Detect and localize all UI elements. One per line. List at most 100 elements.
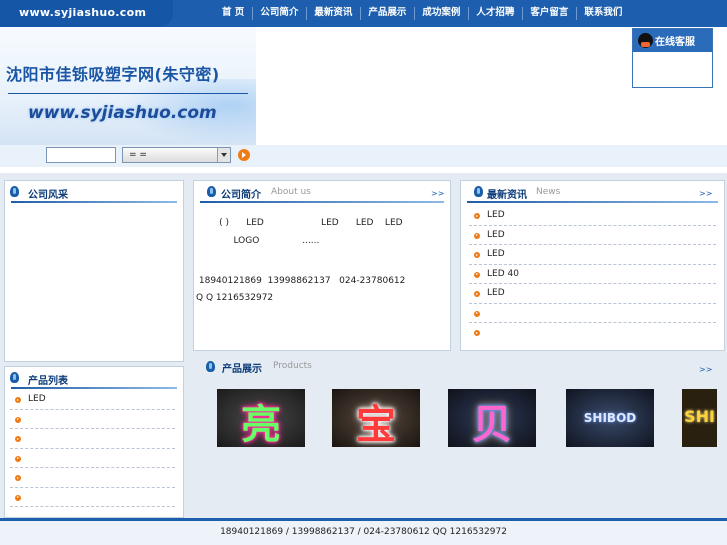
arrow-bullet-icon xyxy=(474,271,480,278)
news-item[interactable] xyxy=(469,304,716,323)
leaf-icon xyxy=(10,186,19,197)
news-item[interactable] xyxy=(469,323,716,343)
arrow-bullet-icon xyxy=(15,455,21,462)
news-panel: 最新资讯 News >> LED LED LED LED 40 LED xyxy=(460,180,725,351)
list-item[interactable] xyxy=(10,468,175,488)
news-header: 最新资讯 News >> xyxy=(461,181,724,203)
product-image-glyph: SHI xyxy=(684,407,715,426)
product-list-panel: 产品列表 LED xyxy=(4,366,184,518)
arrow-bullet-icon xyxy=(15,416,21,423)
news-item-label: LED xyxy=(487,249,505,259)
product-image[interactable]: 宝 xyxy=(332,389,420,447)
news-item[interactable]: LED xyxy=(469,245,716,265)
arrow-bullet-icon xyxy=(15,436,21,442)
title-divider xyxy=(8,93,248,94)
site-title: 沈阳市佳铄吸塑字网(朱守密) xyxy=(6,65,220,84)
page: www.syjiashuo.com 首 页 公司简介 最新资讯 产品展示 成功案… xyxy=(0,0,727,545)
news-item-label: LED 40 xyxy=(487,268,519,279)
about-qq-line: Q Q 1216532972 xyxy=(196,293,274,303)
nav-item-jobs[interactable]: 人才招聘 xyxy=(468,0,522,27)
nav-item-news[interactable]: 最新资讯 xyxy=(306,0,360,27)
about-header: 公司简介 About us >> xyxy=(194,181,450,203)
about-line: LOGO ...... xyxy=(202,236,320,246)
product-image[interactable]: SHIBOD xyxy=(566,389,654,447)
news-more-link[interactable]: >> xyxy=(699,189,712,198)
nav-item-guestbook[interactable]: 客户留言 xyxy=(522,0,576,27)
about-phone-line: 18940121869 13998862137 024-23780612 xyxy=(196,276,406,286)
site-url: www.syjiashuo.com xyxy=(28,103,217,123)
company-style-title: 公司风采 xyxy=(28,190,68,201)
arrow-bullet-icon xyxy=(15,494,21,501)
nav-item-contact[interactable]: 联系我们 xyxy=(576,0,630,27)
news-item[interactable]: LED 40 xyxy=(469,265,716,284)
product-image[interactable]: 贝 xyxy=(448,389,536,447)
search-category-value: = = xyxy=(129,150,147,160)
about-subtitle: About us xyxy=(271,187,311,197)
about-panel: 公司简介 About us >> ( ) LED LED LED LED LOG… xyxy=(193,180,451,351)
search-input[interactable] xyxy=(46,147,116,163)
products-title: 产品展示 xyxy=(222,364,262,375)
arrow-bullet-icon xyxy=(474,330,480,336)
site-logo-text: www.syjiashuo.com xyxy=(19,6,147,19)
header-underline xyxy=(11,201,177,203)
arrow-bullet-icon xyxy=(474,252,480,258)
leaf-icon xyxy=(474,186,483,197)
product-list: LED xyxy=(10,390,175,507)
leaf-icon xyxy=(10,372,19,383)
footer-contact-text: 18940121869 / 13998862137 / 024-23780612… xyxy=(220,527,507,537)
banner: 沈阳市佳铄吸塑字网(朱守密) www.syjiashuo.com xyxy=(0,27,727,145)
about-title: 公司简介 xyxy=(221,190,261,201)
news-list: LED LED LED LED 40 LED xyxy=(469,206,716,343)
arrow-bullet-icon xyxy=(474,310,480,317)
qq-penguin-icon xyxy=(638,33,653,48)
product-image-glyph: SHIBOD xyxy=(583,411,637,425)
about-more-link[interactable]: >> xyxy=(431,189,444,198)
arrow-bullet-icon xyxy=(474,232,480,239)
product-list-title: 产品列表 xyxy=(28,376,68,387)
products-header: 产品展示 Products >> xyxy=(193,356,723,378)
news-item-label: LED xyxy=(487,210,505,220)
news-item-label: LED xyxy=(487,288,505,298)
news-item[interactable]: LED xyxy=(469,284,716,304)
product-image[interactable]: SHI xyxy=(682,389,717,447)
product-image-glyph: 亮 xyxy=(241,402,281,447)
nav-item-products[interactable]: 产品展示 xyxy=(360,0,414,27)
arrow-bullet-icon xyxy=(474,213,480,219)
products-subtitle: Products xyxy=(273,361,312,371)
product-image-glyph: 宝 xyxy=(356,402,396,447)
list-item[interactable] xyxy=(10,449,175,468)
list-item-label: LED xyxy=(28,394,46,404)
list-item[interactable] xyxy=(10,488,175,507)
header-underline xyxy=(200,201,444,203)
nav-item-about[interactable]: 公司简介 xyxy=(252,0,306,27)
news-title: 最新资讯 xyxy=(487,190,527,201)
header-underline xyxy=(467,201,718,203)
nav-item-cases[interactable]: 成功案例 xyxy=(414,0,468,27)
product-image[interactable]: 亮 xyxy=(217,389,305,447)
nav-menu: 首 页 公司简介 最新资讯 产品展示 成功案例 人才招聘 客户留言 联系我们 xyxy=(214,0,630,27)
chevron-down-icon[interactable] xyxy=(217,148,230,162)
main-content: 公司风采 产品列表 LED 公司简介 About us >> () LED L… xyxy=(0,173,727,518)
company-style-panel: 公司风采 xyxy=(4,180,184,362)
company-style-header: 公司风采 xyxy=(5,181,183,203)
news-item[interactable]: LED xyxy=(469,206,716,226)
logo-tab[interactable]: www.syjiashuo.com xyxy=(0,0,173,27)
list-item[interactable]: LED xyxy=(10,390,175,410)
arrow-bullet-icon xyxy=(15,397,21,403)
online-service-header[interactable]: 在线客服 xyxy=(633,29,712,52)
about-line: ( ) LED LED LED LED xyxy=(202,218,403,228)
list-item[interactable] xyxy=(10,410,175,429)
nav-item-home[interactable]: 首 页 xyxy=(214,0,252,27)
product-carousel: 亮 宝 贝 SHIBOD SHI xyxy=(205,389,717,447)
search-category-select[interactable]: = = xyxy=(122,147,231,163)
online-service-widget[interactable]: 在线客服 xyxy=(632,28,713,88)
products-more-link[interactable]: >> xyxy=(699,365,712,374)
news-item[interactable]: LED xyxy=(469,226,716,245)
online-service-label: 在线客服 xyxy=(655,37,695,48)
arrow-bullet-icon xyxy=(474,291,480,297)
leaf-icon xyxy=(207,186,216,197)
product-image-glyph: 贝 xyxy=(472,402,512,447)
search-go-button[interactable] xyxy=(238,149,250,161)
list-item[interactable] xyxy=(10,429,175,449)
arrow-bullet-icon xyxy=(15,475,21,481)
